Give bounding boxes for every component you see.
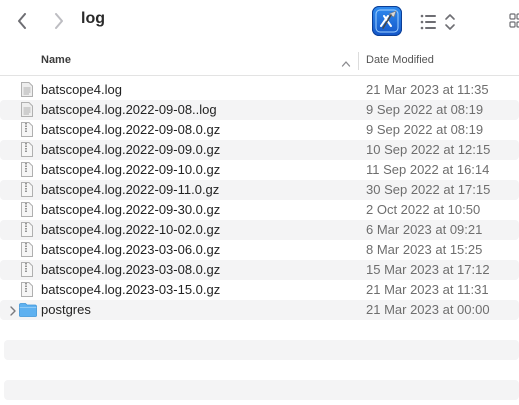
archive-file-icon: [21, 282, 33, 297]
file-date: 30 Sep 2022 at 17:15: [366, 182, 491, 197]
text-file-icon: [21, 82, 33, 97]
file-row[interactable]: batscope4.log.2022-09-08.0.gz 9 Sep 2022…: [0, 120, 519, 140]
archive-file-icon: [21, 262, 33, 277]
file-name: batscope4.log.2023-03-15.0.gz: [41, 282, 221, 297]
archive-file-icon: [21, 222, 33, 237]
folder-icon: [19, 303, 37, 317]
file-name: batscope4.log.2022-09-09.0.gz: [41, 142, 221, 157]
file-row[interactable]: batscope4.log.2022-09-30.0.gz 2 Oct 2022…: [0, 200, 519, 220]
file-name: batscope4.log: [41, 82, 122, 97]
file-date: 21 Mar 2023 at 11:35: [366, 82, 489, 97]
file-date: 10 Sep 2022 at 12:15: [366, 142, 491, 157]
archive-file-icon: [21, 242, 33, 257]
file-date: 8 Mar 2023 at 15:25: [366, 242, 483, 257]
archive-file-icon: [21, 202, 33, 217]
file-row[interactable]: batscope4.log 21 Mar 2023 at 11:35: [0, 80, 519, 100]
file-name: batscope4.log.2022-09-08.0.gz: [41, 122, 221, 137]
name-column-header[interactable]: Name: [41, 54, 71, 66]
archive-file-icon: [21, 162, 33, 177]
file-name: batscope4.log.2022-09-10.0.gz: [41, 162, 221, 177]
file-name: batscope4.log.2022-09-30.0.gz: [41, 202, 221, 217]
chevron-left-icon: [17, 13, 27, 29]
file-date: 15 Mar 2023 at 17:12: [366, 262, 490, 277]
empty-row: [4, 380, 519, 400]
archive-file-icon: [21, 142, 33, 157]
file-row[interactable]: batscope4.log.2022-09-11.0.gz 30 Sep 202…: [0, 180, 519, 200]
toolbar: log: [0, 0, 519, 44]
archive-file-icon: [21, 122, 33, 137]
forward-button[interactable]: [49, 11, 69, 31]
chevron-right-icon: [54, 13, 64, 29]
xcode-icon[interactable]: [372, 6, 402, 36]
file-list: batscope4.log 21 Mar 2023 at 11:35 batsc…: [0, 80, 519, 320]
file-row[interactable]: batscope4.log.2023-03-15.0.gz 21 Mar 202…: [0, 280, 519, 300]
window-title: log: [81, 10, 105, 27]
file-date: 2 Oct 2022 at 10:50: [366, 202, 481, 217]
chevron-up-icon[interactable]: [341, 56, 351, 67]
file-row[interactable]: batscope4.log.2022-10-02.0.gz 6 Mar 2023…: [0, 220, 519, 240]
date-modified-column-header[interactable]: Date Modified: [366, 54, 434, 66]
file-name: batscope4.log.2023-03-08.0.gz: [41, 262, 221, 277]
empty-row: [4, 340, 519, 360]
view-options-button[interactable]: [418, 11, 458, 33]
group-icon: [509, 13, 519, 34]
file-name: batscope4.log.2022-09-11.0.gz: [41, 182, 220, 197]
file-date: 11 Sep 2022 at 16:14: [366, 162, 490, 177]
file-date: 9 Sep 2022 at 08:19: [366, 102, 484, 117]
file-row[interactable]: batscope4.log.2022-09-09.0.gz 10 Sep 202…: [0, 140, 519, 160]
column-header: Name Date Modified: [0, 47, 519, 76]
file-date: 21 Mar 2023 at 00:00: [366, 302, 490, 317]
column-divider[interactable]: [358, 52, 359, 70]
file-date: 6 Mar 2023 at 09:21: [366, 222, 483, 237]
list-view-icon: [418, 14, 458, 37]
file-row[interactable]: batscope4.log.2023-03-08.0.gz 15 Mar 202…: [0, 260, 519, 280]
folder-row[interactable]: postgres 21 Mar 2023 at 00:00: [0, 300, 519, 320]
file-name: batscope4.log.2022-10-02.0.gz: [41, 222, 221, 237]
file-row[interactable]: batscope4.log.2022-09-10.0.gz 11 Sep 202…: [0, 160, 519, 180]
archive-file-icon: [21, 182, 33, 197]
folder-name: postgres: [41, 302, 91, 317]
file-row[interactable]: batscope4.log.2023-03-06.0.gz 8 Mar 2023…: [0, 240, 519, 260]
text-file-icon: [21, 102, 33, 117]
file-name: batscope4.log.2022-09-08..log: [41, 102, 217, 117]
file-date: 9 Sep 2022 at 08:19: [366, 122, 484, 137]
disclosure-triangle-icon[interactable]: [9, 304, 17, 316]
file-date: 21 Mar 2023 at 11:31: [366, 282, 489, 297]
back-button[interactable]: [12, 11, 32, 31]
file-row[interactable]: batscope4.log.2022-09-08..log 9 Sep 2022…: [0, 100, 519, 120]
group-button[interactable]: [509, 12, 519, 30]
file-name: batscope4.log.2023-03-06.0.gz: [41, 242, 221, 257]
